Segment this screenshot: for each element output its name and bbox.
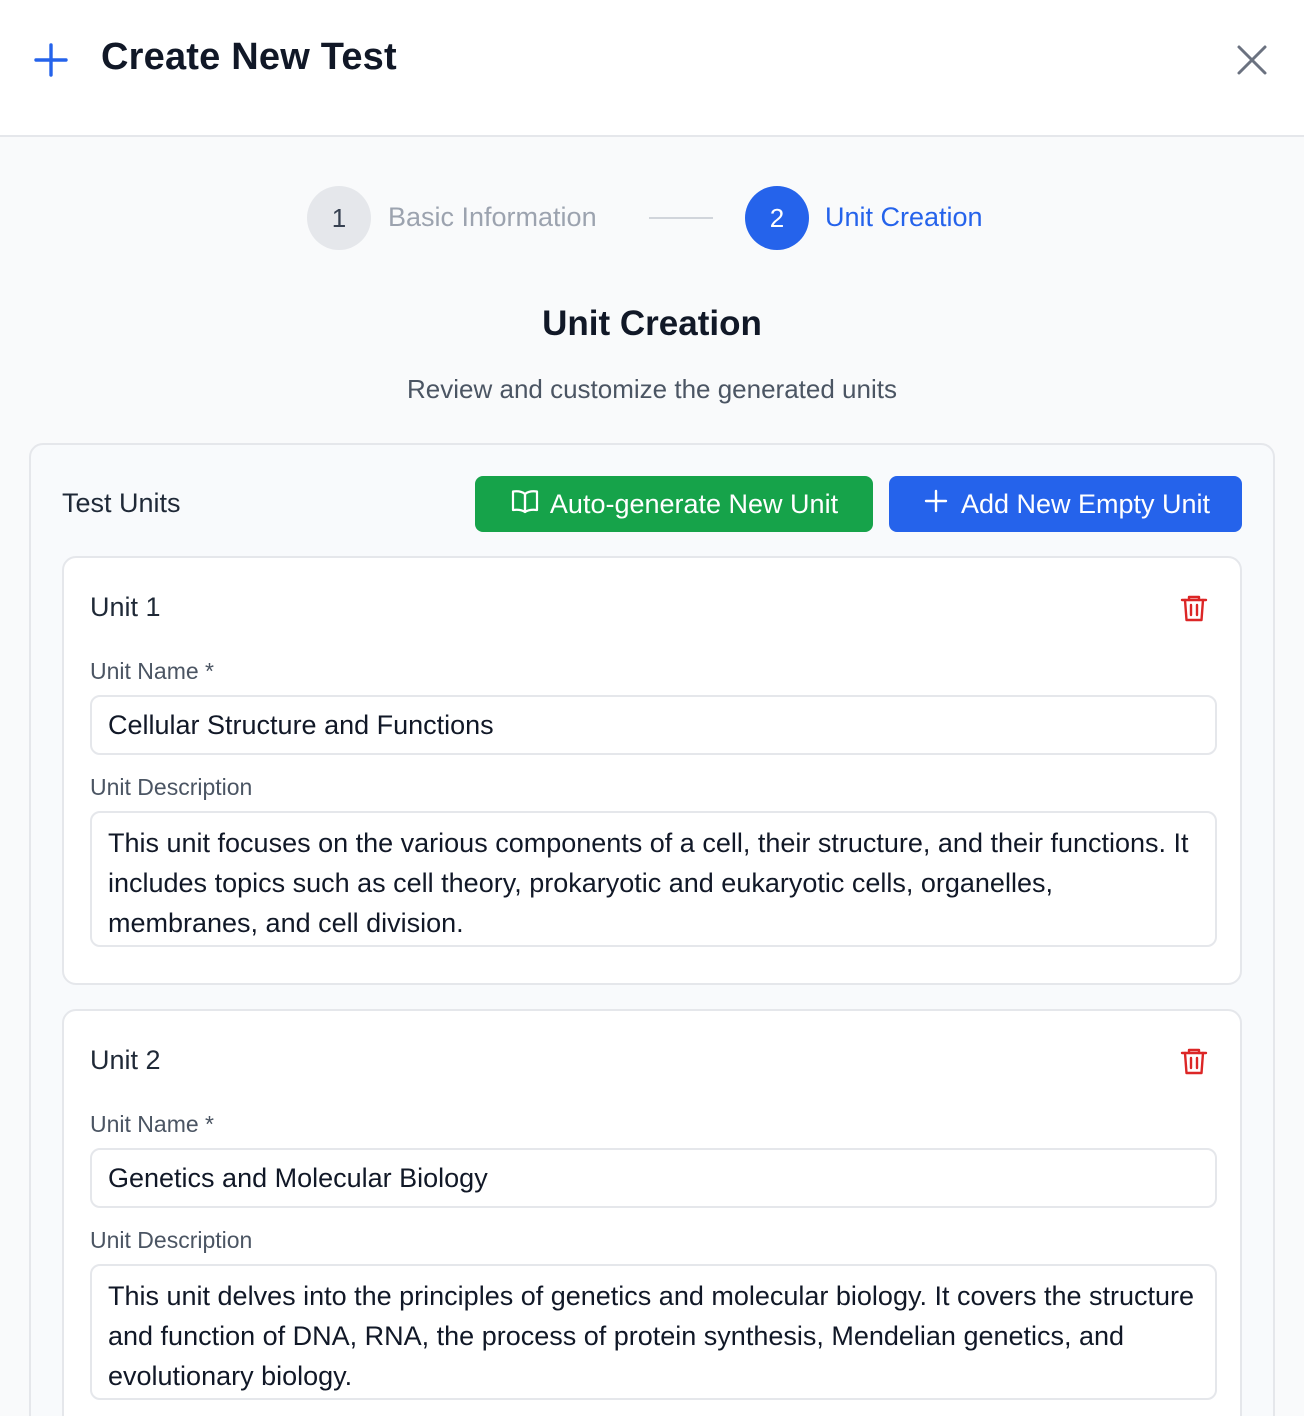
units-heading: Test Units	[62, 488, 181, 518]
step-connector	[649, 217, 713, 219]
step-2-label[interactable]: Unit Creation	[825, 202, 983, 233]
book-open-icon	[510, 486, 540, 523]
add-empty-unit-button[interactable]: Add New Empty Unit	[889, 476, 1242, 532]
plus-icon	[921, 486, 951, 523]
stepper: 1 Basic Information 2 Unit Creation	[0, 186, 1304, 250]
unit-title: Unit 2	[90, 1045, 161, 1075]
unit-name-label: Unit Name *	[90, 658, 214, 684]
section-title: Unit Creation	[542, 304, 762, 343]
unit-title: Unit 1	[90, 592, 161, 622]
step-1-label[interactable]: Basic Information	[388, 202, 597, 233]
unit-description-textarea[interactable]: This unit delves into the principles of …	[90, 1264, 1217, 1400]
auto-generate-label: Auto-generate New Unit	[549, 488, 839, 519]
auto-generate-unit-button[interactable]: Auto-generate New Unit	[475, 476, 873, 532]
unit-card: Unit 2 Unit Name * Genetics and Molecula…	[62, 1009, 1242, 1416]
trash-icon[interactable]	[1178, 1045, 1210, 1077]
add-empty-unit-label: Add New Empty Unit	[960, 488, 1211, 519]
section-subtitle: Review and customize the generated units	[407, 374, 897, 404]
trash-icon[interactable]	[1178, 592, 1210, 624]
step-1-number[interactable]: 1	[307, 186, 371, 250]
unit-name-label: Unit Name *	[90, 1111, 214, 1137]
step-2-number[interactable]: 2	[745, 186, 809, 250]
unit-description-label: Unit Description	[90, 774, 253, 800]
unit-name-input[interactable]: Cellular Structure and Functions	[90, 695, 1217, 755]
unit-name-input[interactable]: Genetics and Molecular Biology	[90, 1148, 1217, 1208]
close-icon[interactable]	[1232, 40, 1272, 80]
unit-description-label: Unit Description	[90, 1227, 253, 1253]
unit-card: Unit 1 Unit Name * Cellular Structure an…	[62, 556, 1242, 985]
dialog-header: Create New Test	[0, 0, 1304, 137]
dialog-title: Create New Test	[101, 36, 397, 78]
plus-icon	[33, 42, 69, 78]
unit-description-textarea[interactable]: This unit focuses on the various compone…	[90, 811, 1217, 947]
